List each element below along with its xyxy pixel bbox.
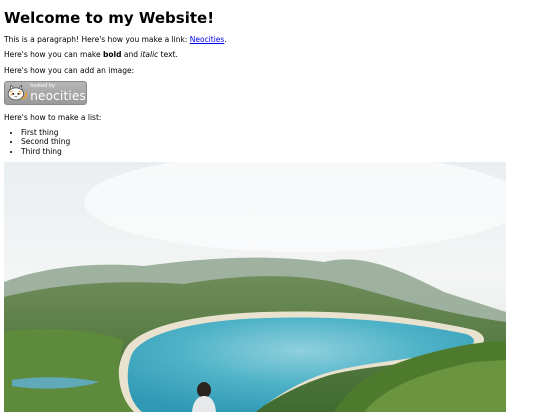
neocities-cat-icon (7, 84, 28, 101)
badge-container: hosted by neocities (4, 81, 536, 106)
hosted-by-neocities-badge[interactable]: hosted by neocities (4, 81, 87, 106)
intro-period: . (224, 35, 227, 44)
page-title: Welcome to my Website! (4, 9, 215, 27)
image-intro-paragraph: Here's how you can add an image: (4, 65, 135, 75)
intro-text: This is a paragraph! Here's how you make… (4, 35, 190, 44)
neocities-link[interactable]: Neocities (190, 35, 225, 44)
format-text-end: text. (158, 50, 178, 60)
list-item: First thing (21, 128, 536, 137)
italic-text: italic (140, 50, 159, 60)
page-body: Welcome to my Website! This is a paragra… (0, 0, 540, 412)
format-paragraph: Here's how you can make bold and italic … (4, 50, 536, 59)
intro-paragraph: This is a paragraph! Here's how you make… (4, 35, 536, 44)
list-intro-paragraph: Here's how to make a list: (4, 112, 102, 122)
list-item: Second thing (21, 137, 536, 146)
things-list: First thing Second thing Third thing (4, 128, 536, 156)
format-text-middle: and (121, 50, 141, 60)
bold-text: bold (103, 50, 122, 60)
format-text-start: Here's how you can make (4, 50, 103, 60)
crater-lake-photo (4, 162, 506, 412)
badge-text: hosted by neocities (30, 84, 86, 104)
list-item: Third thing (21, 147, 536, 156)
badge-neocities: neocities (30, 89, 86, 104)
